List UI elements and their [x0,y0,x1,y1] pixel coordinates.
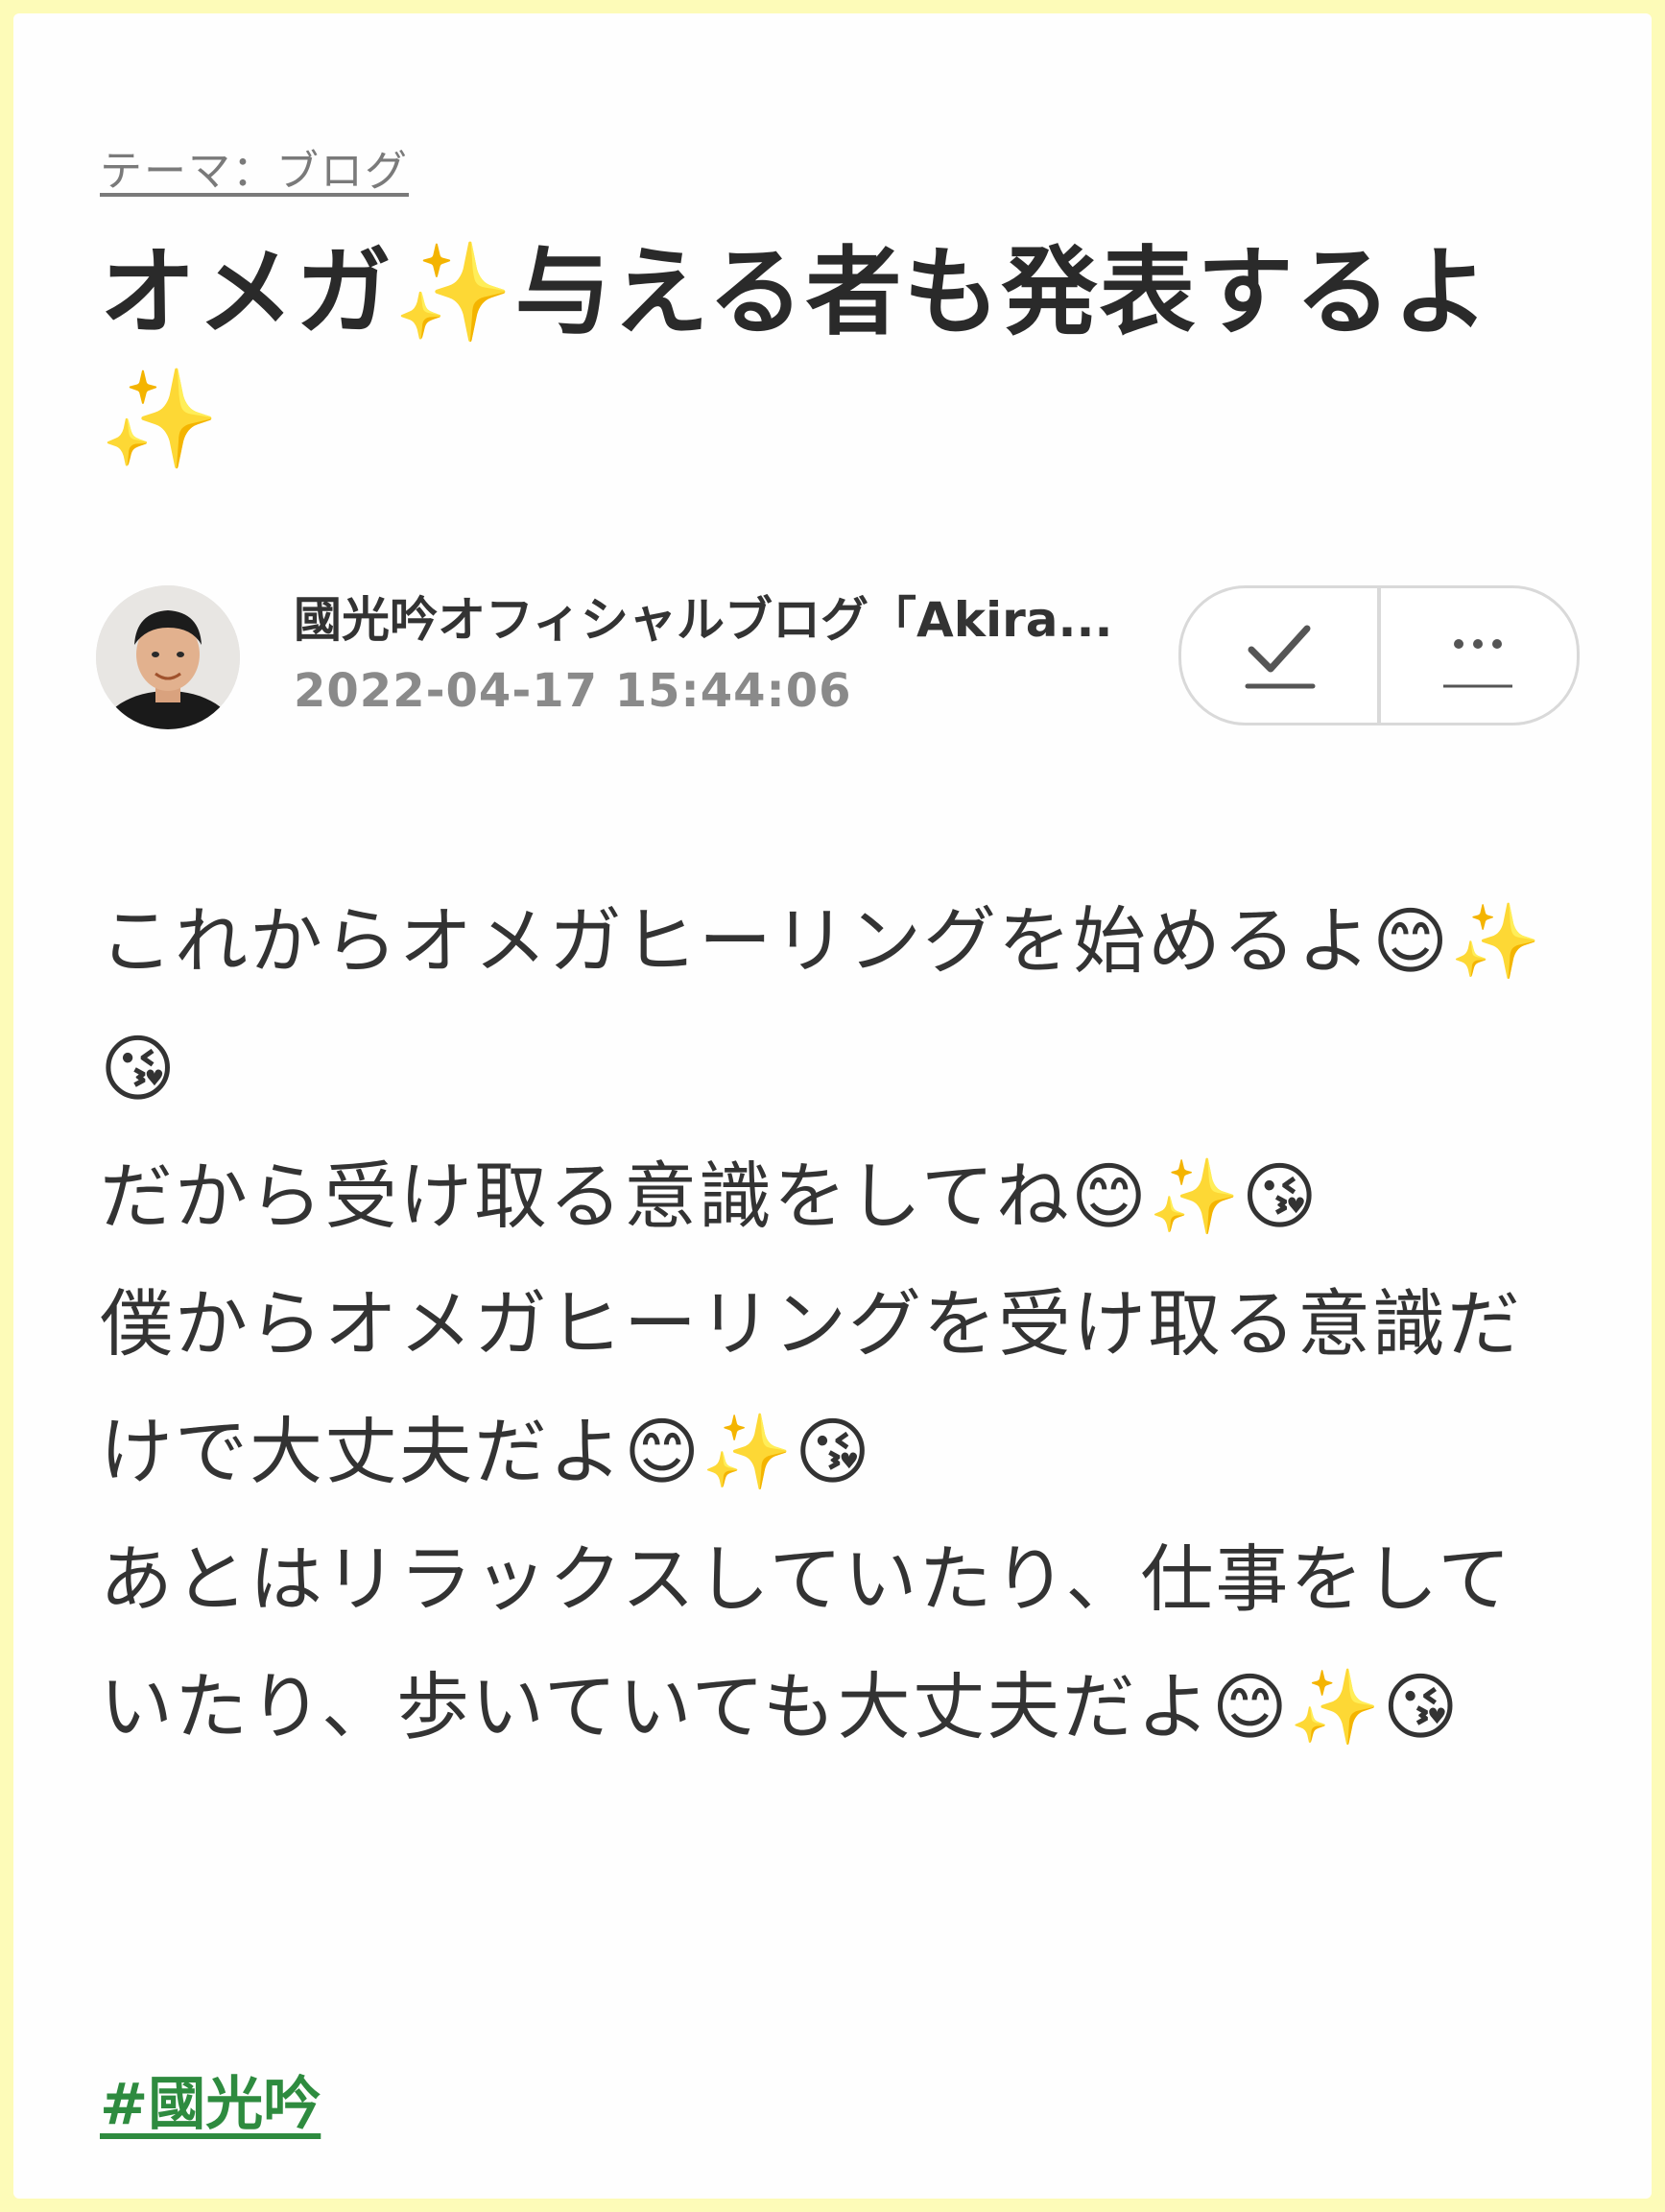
kiss-emoji-icon: 😘 [794,1409,873,1494]
avatar-image [96,585,240,729]
sparkles-icon: ✨ [1450,898,1543,984]
avatar[interactable] [96,585,240,729]
body-line-1: これからオメガヒーリングを始めるよ [100,898,1372,984]
more-icon [1443,639,1512,688]
smile-emoji-icon: 😊 [1070,1154,1149,1239]
post-date: 2022-04-17 15:44:06 [294,664,852,718]
article-body: これからオメガヒーリングを始めるよ😊✨😘 だから受け取る意識をしてね😊✨😘 僕からオ… [100,877,1578,1771]
author-meta: 國光吟オフィシャルブログ「Akira... 2022-04-17 15:44:0… [294,589,1138,720]
body-line-2: だから受け取る意識をしてね [100,1154,1071,1239]
article-title: オメガ✨与える者も発表するよ✨ [100,229,1558,483]
author-row: 國光吟オフィシャルブログ「Akira... 2022-04-17 15:44:0… [96,580,1593,733]
blog-name[interactable]: 國光吟オフィシャルブログ「Akira... [294,589,1138,651]
smile-emoji-icon: 😊 [1211,1664,1290,1749]
sparkles-icon: ✨ [393,236,515,348]
title-text-2: 与える者も発表するよ [514,236,1491,348]
check-icon [1245,625,1316,689]
sparkles-icon: ✨ [1148,1154,1242,1239]
reblog-check-button[interactable] [1181,588,1379,723]
kiss-emoji-icon: 😘 [1382,1664,1461,1749]
action-button-group [1178,585,1580,725]
blog-article-card: テーマ：ブログ オメガ✨与える者も発表するよ✨ 國光吟オフィシャルブログ「Aki… [13,13,1652,2199]
hashtag-link[interactable]: #國光吟 [100,2057,321,2141]
smile-emoji-icon: 😊 [624,1409,702,1494]
kiss-emoji-icon: 😘 [100,1026,178,1111]
sparkles-icon: ✨ [702,1409,795,1494]
smile-emoji-icon: 😊 [1372,898,1451,984]
kiss-emoji-icon: 😘 [1241,1154,1320,1239]
sparkles-icon: ✨ [1289,1664,1383,1749]
theme-link[interactable]: テーマ：ブログ [100,136,409,198]
title-text: オメガ [100,236,393,348]
more-options-button[interactable] [1379,588,1577,723]
sparkles-icon: ✨ [100,363,222,475]
